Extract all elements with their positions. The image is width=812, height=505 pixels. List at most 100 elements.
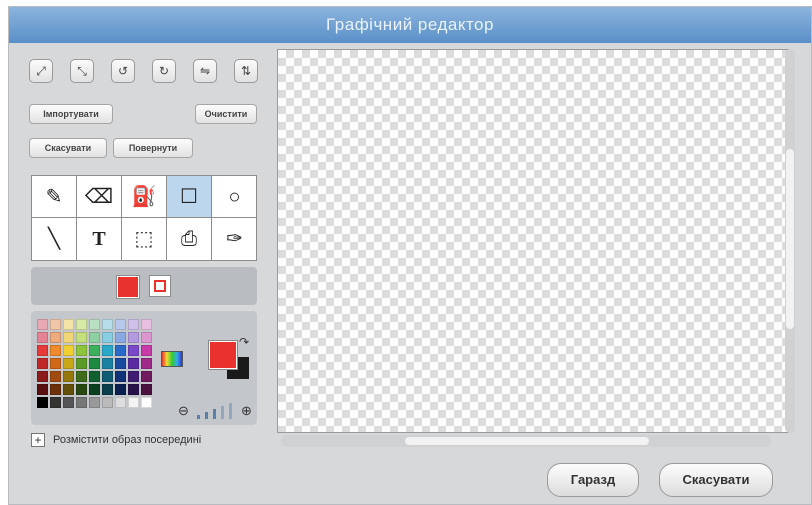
color-picker-icon[interactable] [161,351,183,367]
palette-swatch[interactable] [128,384,139,395]
rotate-right-icon[interactable]: ↻ [152,59,176,83]
foreground-color-swatch[interactable] [208,340,238,370]
flip-vertical-icon[interactable]: ⇅ [234,59,258,83]
vertical-scroll-thumb[interactable] [786,149,794,329]
palette-swatch[interactable] [89,397,100,408]
palette-swatch[interactable] [37,358,48,369]
palette-swatch[interactable] [141,371,152,382]
redo-button[interactable]: Повернути [113,138,193,158]
palette-swatch[interactable] [128,397,139,408]
select-icon[interactable]: ⬚ [122,218,167,260]
horizontal-scrollbar[interactable] [281,435,771,447]
palette-swatch[interactable] [50,397,61,408]
palette-swatch[interactable] [63,319,74,330]
palette-swatch[interactable] [102,345,113,356]
palette-swatch[interactable] [115,332,126,343]
zoom-level-bar[interactable] [197,415,200,419]
palette-swatch[interactable] [76,345,87,356]
palette-swatch[interactable] [141,384,152,395]
horizontal-scroll-thumb[interactable] [405,437,649,445]
rotate-left-icon[interactable]: ↺ [111,59,135,83]
palette-swatch[interactable] [102,397,113,408]
filled-shape-option[interactable] [116,275,140,299]
palette-swatch[interactable] [37,332,48,343]
zoom-out-icon[interactable]: ⊖ [178,403,189,419]
palette-swatch[interactable] [76,358,87,369]
palette-swatch[interactable] [128,319,139,330]
zoom-level-indicator[interactable] [197,403,237,419]
import-button[interactable]: Імпортувати [29,104,113,124]
palette-swatch[interactable] [141,345,152,356]
palette-swatch[interactable] [128,371,139,382]
palette-swatch[interactable] [115,319,126,330]
palette-swatch[interactable] [37,397,48,408]
ellipse-icon[interactable]: ○ [212,176,257,218]
palette-swatch[interactable] [102,319,113,330]
cancel-button[interactable]: Скасувати [659,463,773,497]
fill-bucket-icon[interactable]: ⛽ [122,176,167,218]
palette-swatch[interactable] [128,345,139,356]
eyedropper-icon[interactable]: ✑ [212,218,257,260]
shrink-icon[interactable]: ⤡ [70,59,94,83]
undo-button[interactable]: Скасувати [29,138,107,158]
palette-swatch[interactable] [115,358,126,369]
text-icon[interactable]: T [77,218,122,260]
palette-swatch[interactable] [115,384,126,395]
palette-swatch[interactable] [89,371,100,382]
palette-swatch[interactable] [102,332,113,343]
palette-swatch[interactable] [37,371,48,382]
stamp-icon[interactable]: ⎙ [167,218,212,260]
flip-horizontal-icon[interactable]: ⇋ [193,59,217,83]
palette-swatch[interactable] [76,397,87,408]
palette-swatch[interactable] [141,397,152,408]
palette-swatch[interactable] [37,345,48,356]
palette-swatch[interactable] [63,358,74,369]
palette-swatch[interactable] [115,397,126,408]
palette-swatch[interactable] [141,332,152,343]
palette-swatch[interactable] [141,319,152,330]
palette-swatch[interactable] [141,358,152,369]
zoom-level-bar[interactable] [221,406,224,419]
palette-swatch[interactable] [102,358,113,369]
palette-swatch[interactable] [63,332,74,343]
palette-swatch[interactable] [89,345,100,356]
palette-swatch[interactable] [89,332,100,343]
outlined-shape-option[interactable] [149,275,171,297]
palette-swatch[interactable] [63,371,74,382]
palette-swatch[interactable] [128,332,139,343]
plus-icon[interactable]: + [31,433,45,447]
palette-swatch[interactable] [37,384,48,395]
palette-swatch[interactable] [50,319,61,330]
vertical-scrollbar[interactable] [785,49,795,433]
palette-swatch[interactable] [102,371,113,382]
palette-swatch[interactable] [50,332,61,343]
palette-swatch[interactable] [50,384,61,395]
palette-swatch[interactable] [102,384,113,395]
palette-swatch[interactable] [76,332,87,343]
zoom-in-icon[interactable]: ⊕ [241,403,252,419]
ok-button[interactable]: Гаразд [547,463,639,497]
palette-swatch[interactable] [115,345,126,356]
palette-swatch[interactable] [37,319,48,330]
palette-swatch[interactable] [115,371,126,382]
palette-swatch[interactable] [76,384,87,395]
rectangle-icon[interactable]: ☐ [167,176,212,218]
palette-swatch[interactable] [128,358,139,369]
brush-icon[interactable]: ✎ [32,176,77,218]
drawing-canvas[interactable] [277,49,789,433]
palette-swatch[interactable] [89,358,100,369]
palette-swatch[interactable] [76,371,87,382]
eraser-icon[interactable]: ⌫ [77,176,122,218]
palette-swatch[interactable] [50,345,61,356]
palette-swatch[interactable] [76,319,87,330]
palette-swatch[interactable] [89,384,100,395]
zoom-level-bar[interactable] [205,412,208,419]
palette-swatch[interactable] [63,345,74,356]
grow-icon[interactable]: ⤢ [29,59,53,83]
clear-button[interactable]: Очистити [195,104,257,124]
palette-swatch[interactable] [63,397,74,408]
palette-swatch[interactable] [50,358,61,369]
swap-colors-icon[interactable]: ↷ [239,335,249,349]
palette-swatch[interactable] [50,371,61,382]
line-icon[interactable]: ╲ [32,218,77,260]
